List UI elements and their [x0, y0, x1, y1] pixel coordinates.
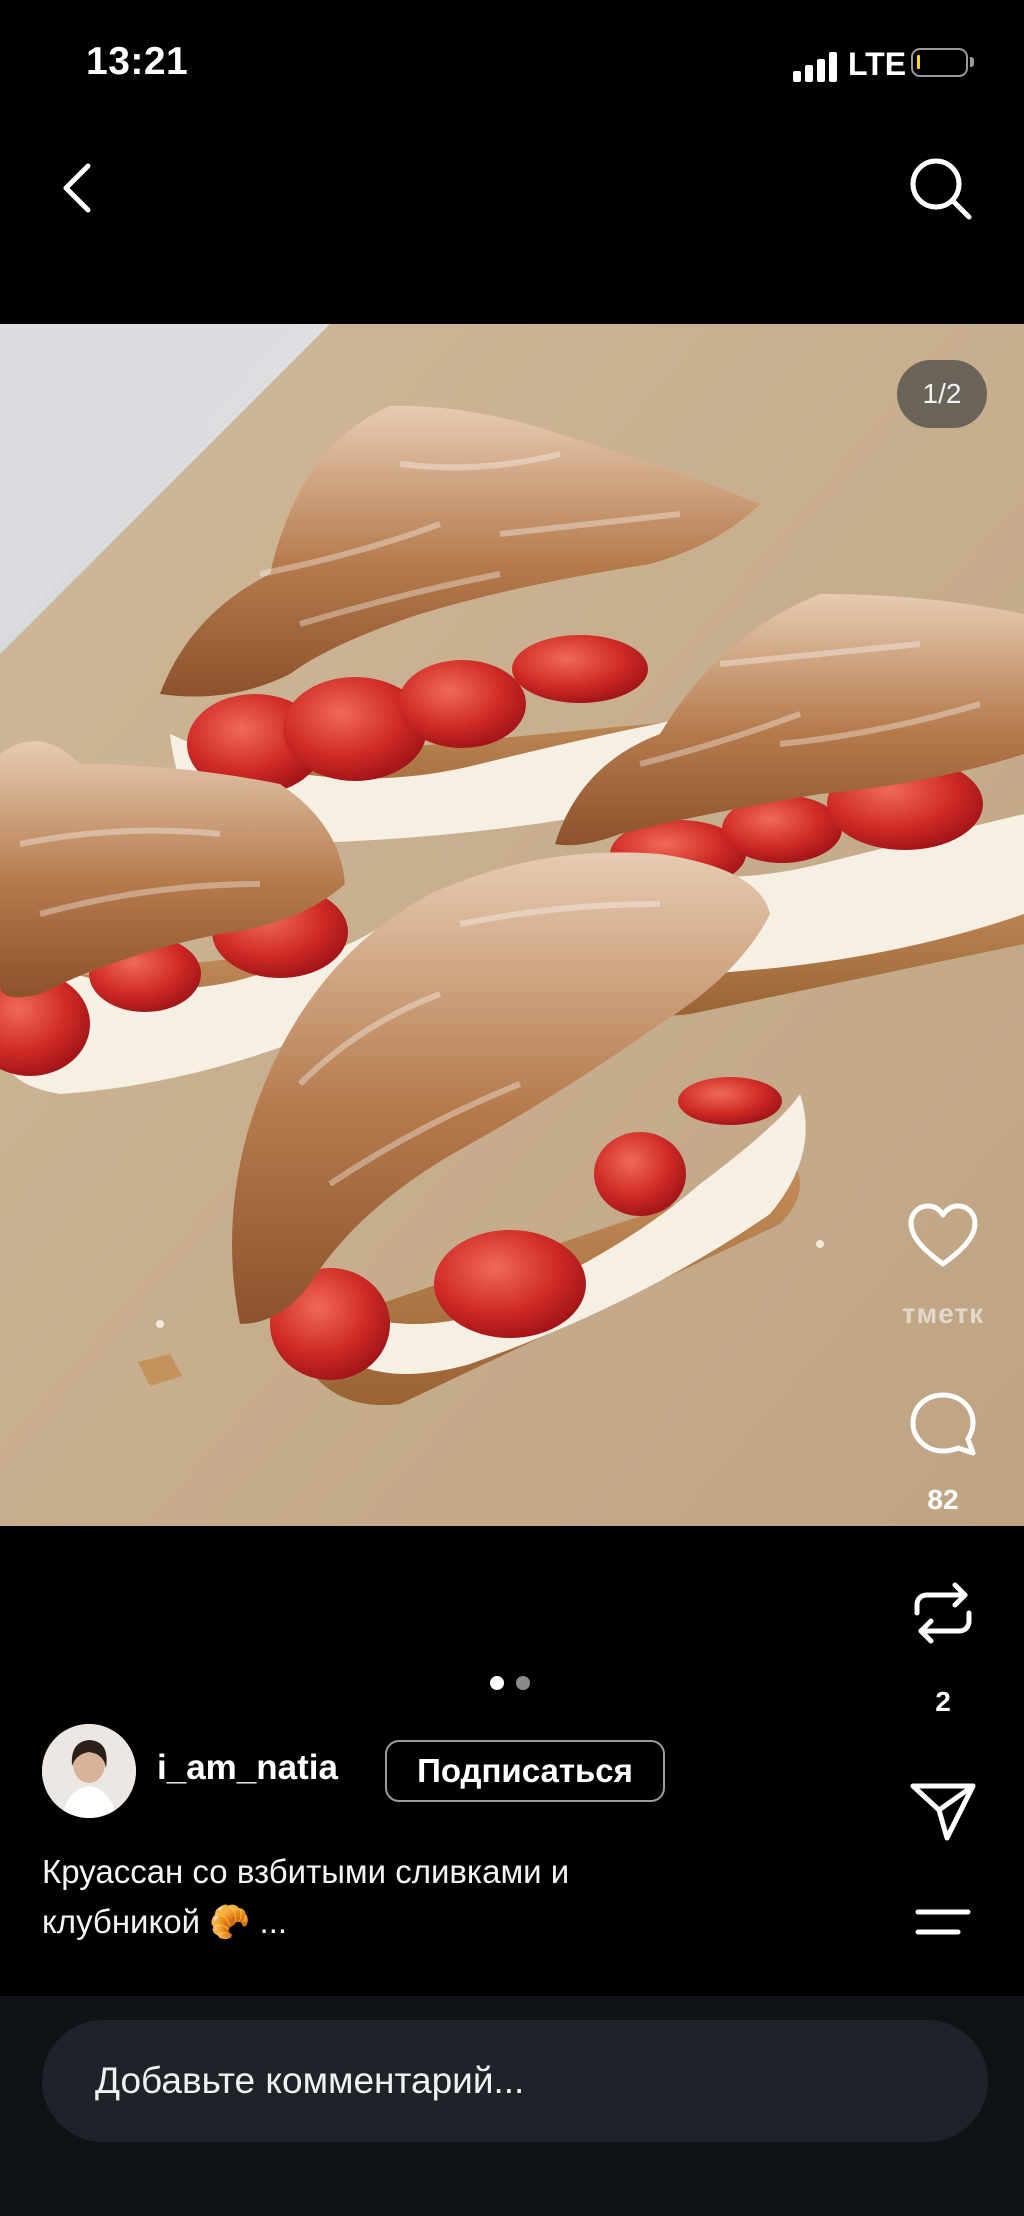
- search-icon: [910, 158, 972, 220]
- carousel-dot: [516, 1676, 530, 1690]
- more-button[interactable]: [903, 1884, 983, 1964]
- author-username[interactable]: i_am_natia: [157, 1748, 338, 1788]
- carousel-dots: [490, 1676, 534, 1690]
- send-icon: [910, 1783, 976, 1841]
- caption-more[interactable]: ...: [260, 1903, 288, 1940]
- back-button[interactable]: [50, 152, 110, 224]
- status-time: 13:21: [86, 40, 189, 83]
- croissants-photo: [0, 324, 1024, 1526]
- signal-icon: [793, 52, 839, 82]
- comment-button[interactable]: [903, 1385, 983, 1465]
- battery-level: [917, 55, 920, 69]
- battery-tip: [970, 57, 974, 67]
- menu-icon: [915, 1909, 971, 1935]
- comment-count: 82: [927, 1484, 959, 1515]
- like-label: тметк: [901, 1298, 985, 1329]
- share-button[interactable]: [903, 1772, 983, 1852]
- repost-count: 2: [935, 1686, 951, 1717]
- comment-icon: [910, 1392, 976, 1456]
- comment-input[interactable]: Добавьте комментарий...: [42, 2020, 988, 2142]
- search-button[interactable]: [905, 152, 977, 224]
- caption-text: Круассан со взбитыми сливками и клубнико…: [42, 1853, 570, 1940]
- author-avatar[interactable]: [42, 1724, 136, 1818]
- post-caption[interactable]: Круассан со взбитыми сливками и клубнико…: [42, 1847, 722, 1947]
- image-counter: 1/2: [897, 360, 987, 428]
- network-type: LTE: [848, 46, 907, 82]
- heart-icon: [908, 1203, 978, 1267]
- battery-icon: [911, 48, 968, 77]
- like-button[interactable]: [903, 1196, 983, 1276]
- repost-icon: [914, 1582, 972, 1644]
- carousel-dot-active: [490, 1676, 504, 1690]
- post-image[interactable]: [0, 324, 1024, 1526]
- avatar-image: [42, 1724, 136, 1818]
- chevron-left-icon: [63, 163, 91, 213]
- follow-button[interactable]: Подписаться: [385, 1740, 665, 1802]
- croissant-emoji: 🥐: [209, 1903, 251, 1940]
- repost-button[interactable]: [903, 1573, 983, 1653]
